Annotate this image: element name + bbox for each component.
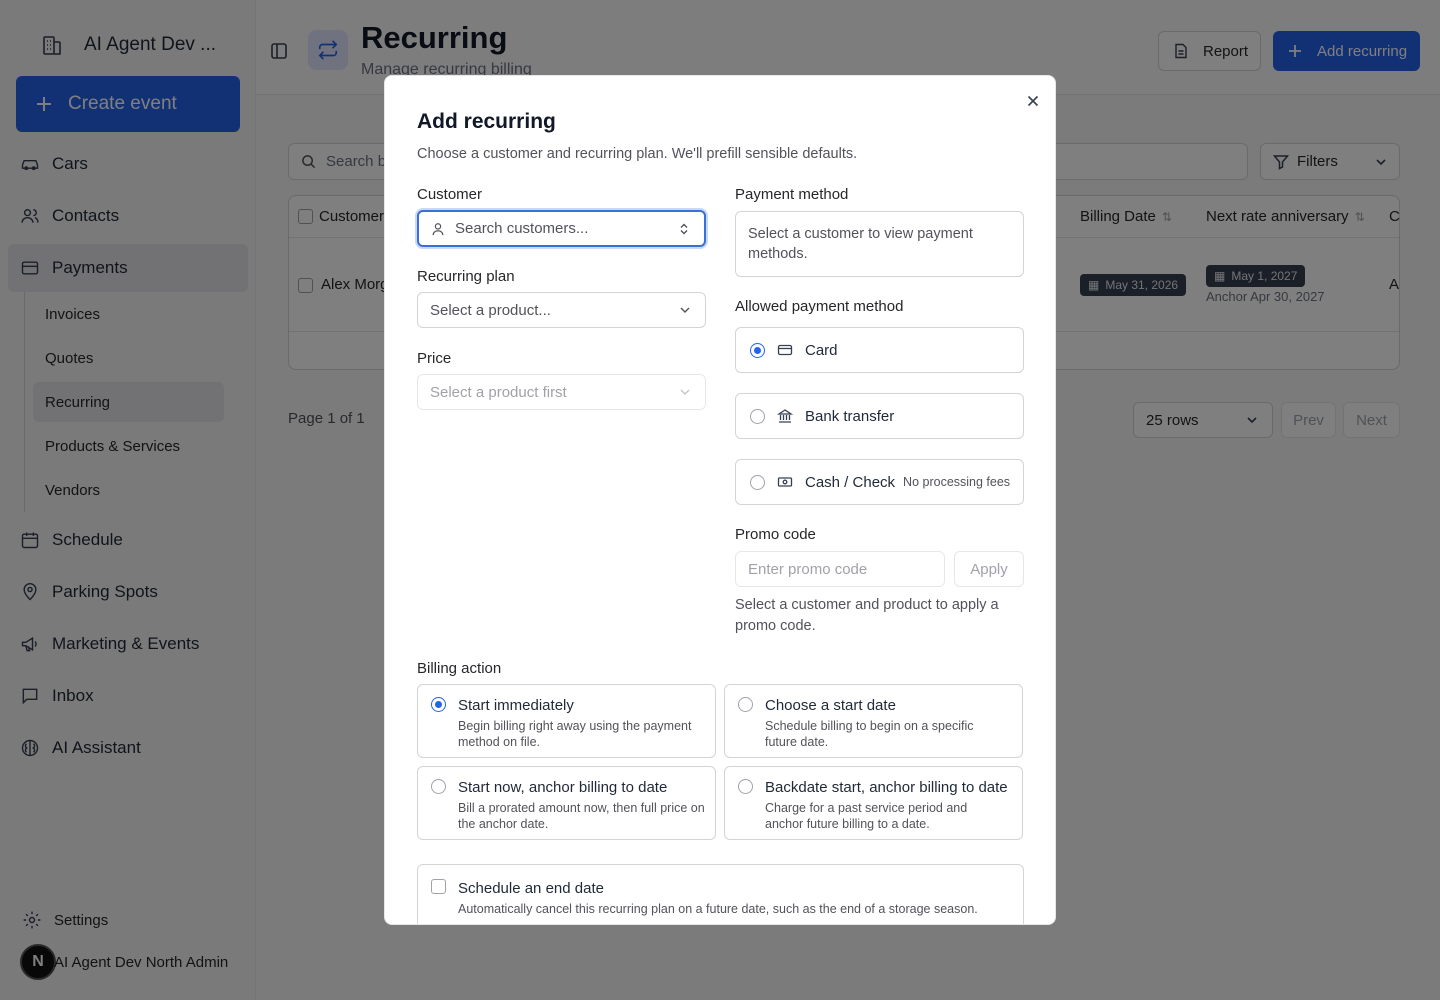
payment-method-box: Select a customer to view payment method… xyxy=(735,211,1024,277)
billing-option-immediate[interactable]: Start immediately Begin billing right aw… xyxy=(417,684,716,758)
plan-label: Recurring plan xyxy=(417,268,515,285)
cash-note: No processing fees xyxy=(903,475,1011,489)
user-icon xyxy=(432,222,444,235)
bank-icon xyxy=(777,409,793,423)
anchor-radio[interactable] xyxy=(431,779,446,794)
choose-date-radio[interactable] xyxy=(738,697,753,712)
option-description: Bill a prorated amount now, then full pr… xyxy=(458,801,705,831)
recurring-plan-select[interactable]: Select a product... xyxy=(417,292,706,328)
customer-label: Customer xyxy=(417,186,483,203)
credit-card-icon xyxy=(777,344,793,356)
billing-option-choose-date[interactable]: Choose a start date Schedule billing to … xyxy=(724,684,1023,758)
price-label: Price xyxy=(417,350,452,367)
bank-label: Bank transfer xyxy=(805,407,895,425)
end-date-checkbox[interactable] xyxy=(431,879,446,894)
option-title: Start immediately xyxy=(458,697,574,714)
option-description: Schedule billing to begin on a specific … xyxy=(765,719,974,749)
billing-action-label: Billing action xyxy=(417,660,502,677)
promo-help-text: Select a customer and product to apply a… xyxy=(735,597,999,634)
cash-label: Cash / Check xyxy=(805,473,896,491)
chevrons-up-down-icon xyxy=(680,223,688,234)
option-card[interactable]: Card xyxy=(735,327,1024,373)
chevron-down-icon xyxy=(680,389,690,395)
option-title: Start now, anchor billing to date xyxy=(458,779,668,796)
billing-option-backdate[interactable]: Backdate start, anchor billing to date C… xyxy=(724,766,1023,840)
price-placeholder: Select a product first xyxy=(430,383,567,401)
customer-placeholder: Search customers... xyxy=(455,220,589,237)
promo-label: Promo code xyxy=(735,526,816,543)
option-description: Begin billing right away using the payme… xyxy=(458,719,692,749)
billing-option-anchor[interactable]: Start now, anchor billing to date Bill a… xyxy=(417,766,716,840)
add-recurring-dialog: Add recurring Choose a customer and recu… xyxy=(384,75,1056,925)
card-label: Card xyxy=(805,341,838,359)
customer-combobox[interactable]: Search customers... xyxy=(417,210,706,247)
allowed-payment-label: Allowed payment method xyxy=(735,298,904,315)
promo-code-input[interactable]: Enter promo code xyxy=(735,551,945,587)
option-description: Charge for a past service period and anc… xyxy=(765,801,968,831)
option-title: Choose a start date xyxy=(765,697,896,714)
promo-placeholder: Enter promo code xyxy=(748,560,868,578)
bank-radio[interactable] xyxy=(750,408,765,424)
cash-radio[interactable] xyxy=(750,474,765,490)
option-title: Backdate start, anchor billing to date xyxy=(765,779,1008,796)
dialog-title: Add recurring xyxy=(417,110,556,133)
apply-promo-button[interactable]: Apply xyxy=(954,551,1024,587)
payment-method-label: Payment method xyxy=(735,186,849,203)
price-select[interactable]: Select a product first xyxy=(417,374,706,410)
chevron-down-icon xyxy=(680,307,690,313)
close-icon[interactable] xyxy=(1025,93,1041,109)
banknote-icon xyxy=(777,477,793,487)
immediate-radio[interactable] xyxy=(431,697,446,712)
end-date-option[interactable]: Schedule an end date Automatically cance… xyxy=(417,864,1024,924)
backdate-radio[interactable] xyxy=(738,779,753,794)
dialog-description: Choose a customer and recurring plan. We… xyxy=(417,146,858,162)
option-cash-check[interactable]: Cash / Check No processing fees xyxy=(735,459,1024,505)
plan-placeholder: Select a product... xyxy=(430,301,551,319)
option-title: Schedule an end date xyxy=(458,880,604,897)
option-bank-transfer[interactable]: Bank transfer xyxy=(735,393,1024,439)
option-description: Automatically cancel this recurring plan… xyxy=(458,902,978,916)
card-radio[interactable] xyxy=(750,342,765,358)
